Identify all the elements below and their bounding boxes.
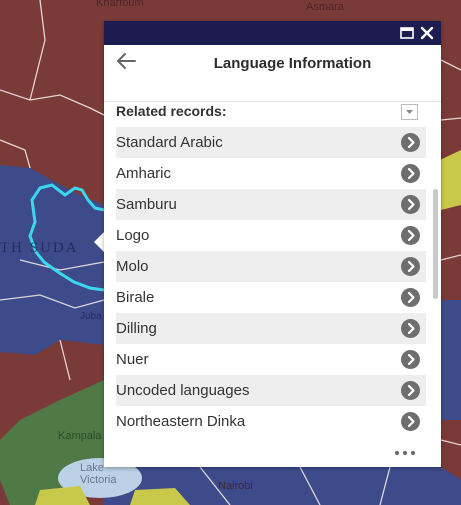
record-row[interactable]: Uncoded languages	[116, 375, 426, 406]
record-label: Birale	[116, 289, 155, 306]
record-row[interactable]: Molo	[116, 251, 426, 282]
close-icon	[420, 26, 434, 40]
popup-header: Language Information	[104, 45, 441, 102]
chevron-right-icon[interactable]	[401, 164, 420, 183]
chevron-right-icon[interactable]	[401, 257, 420, 276]
record-row[interactable]: Northeastern Dinka	[116, 406, 426, 437]
map-label-kampala: Kampala	[58, 430, 102, 442]
related-records-list: Standard Arabic Amharic Samburu Logo Molo Bir…	[116, 127, 426, 437]
related-records-dropdown[interactable]	[401, 104, 418, 120]
popup-title: Language Information	[213, 55, 372, 72]
chevron-right-icon[interactable]	[401, 412, 420, 431]
language-info-popup: Language Information Related records: St…	[104, 21, 441, 467]
chevron-right-icon[interactable]	[401, 381, 420, 400]
record-row[interactable]: Birale	[116, 282, 426, 313]
record-label: Dilling	[116, 320, 157, 337]
chevron-right-icon[interactable]	[401, 350, 420, 369]
record-row[interactable]: Dilling	[116, 313, 426, 344]
arrow-left-icon	[117, 53, 136, 69]
record-label: Molo	[116, 258, 149, 275]
record-label: Nuer	[116, 351, 149, 368]
maximize-icon	[400, 27, 414, 39]
map-label-juba: Juba	[80, 311, 102, 322]
chevron-right-icon[interactable]	[401, 195, 420, 214]
record-row[interactable]: Samburu	[116, 189, 426, 220]
map-label-south-sudan: TH SUDA	[0, 240, 79, 256]
record-row[interactable]: Logo	[116, 220, 426, 251]
back-button[interactable]	[114, 49, 138, 73]
map-label-khartoum: Khartoum	[96, 0, 144, 9]
chevron-right-icon[interactable]	[401, 288, 420, 307]
related-records-label: Related records:	[116, 103, 227, 119]
record-row[interactable]: Nuer	[116, 344, 426, 375]
chevron-down-icon	[406, 110, 413, 114]
map-label-nairobi: Nairobi	[218, 480, 253, 492]
chevron-right-icon[interactable]	[401, 319, 420, 338]
map-label-asmara: Asmara	[306, 1, 344, 13]
record-row[interactable]: Amharic	[116, 158, 426, 189]
record-label: Northeastern Dinka	[116, 413, 246, 430]
record-row[interactable]: Standard Arabic	[116, 127, 426, 158]
record-label: Logo	[116, 227, 150, 244]
maximize-button[interactable]	[398, 24, 416, 42]
close-button[interactable]	[418, 24, 436, 42]
record-label: Uncoded languages	[116, 382, 250, 399]
popup-titlebar	[104, 21, 441, 45]
chevron-right-icon[interactable]	[401, 226, 420, 245]
record-label: Amharic	[116, 165, 172, 182]
record-label: Standard Arabic	[116, 134, 223, 151]
record-label: Samburu	[116, 196, 177, 213]
scrollbar[interactable]	[433, 125, 438, 439]
chevron-right-icon[interactable]	[401, 133, 420, 152]
more-options-button[interactable]	[394, 448, 416, 458]
scrollbar-thumb[interactable]	[433, 189, 438, 299]
